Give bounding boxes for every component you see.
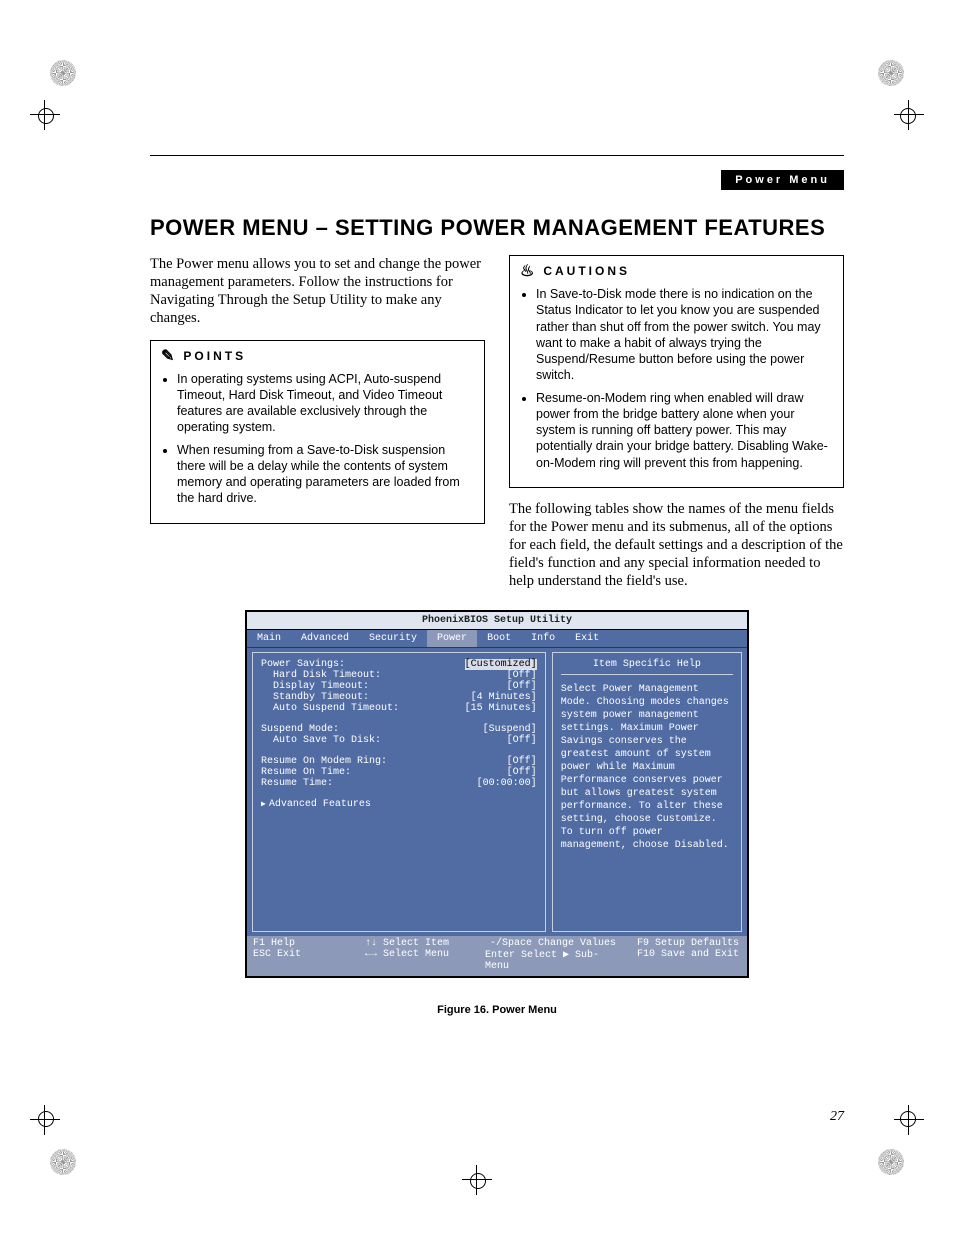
bios-field[interactable]: Auto Save To Disk:[Off] (261, 735, 537, 746)
bios-field[interactable]: Auto Suspend Timeout:[15 Minutes] (261, 703, 537, 714)
page-rule (150, 155, 844, 156)
bios-footer: F1 Help ↑↓ Select Item -/Space Change Valu… (247, 936, 747, 976)
bios-tab-main[interactable]: Main (247, 630, 291, 647)
pencil-icon: ✎ (161, 349, 177, 365)
bios-hotkey: ESC Exit (253, 949, 357, 972)
crop-mark-icon (30, 1115, 90, 1175)
bios-field-label: Standby Timeout: (261, 692, 471, 703)
bios-field-value: [4 Minutes] (471, 692, 537, 703)
bios-field-label: Suspend Mode: (261, 724, 483, 735)
intro-paragraph: The Power menu allows you to set and cha… (150, 255, 485, 328)
bios-field[interactable]: Advanced Features (261, 799, 537, 810)
crop-mark-icon (864, 60, 924, 120)
page-number: 27 (830, 1109, 844, 1125)
bios-field-value: [Off] (507, 767, 537, 778)
cautions-heading: CAUTIONS (543, 264, 630, 280)
bios-field-label: Auto Suspend Timeout: (261, 703, 465, 714)
bios-tab-advanced[interactable]: Advanced (291, 630, 359, 647)
running-head: Power Menu (721, 170, 844, 190)
bios-hotkey: ↑↓ Select Item (365, 938, 469, 949)
bios-field-value: [Off] (507, 735, 537, 746)
bios-field-label: Resume On Time: (261, 767, 507, 778)
bios-tab-power[interactable]: Power (427, 630, 477, 647)
bios-field-label: Advanced Features (261, 799, 537, 810)
bios-hotkey: Enter Select ▶ Sub-Menu (485, 949, 621, 972)
bios-field[interactable]: Display Timeout:[Off] (261, 681, 537, 692)
bios-field-label: Power Savings: (261, 659, 465, 670)
points-heading: POINTS (183, 349, 246, 365)
bios-field-value: [Off] (507, 756, 537, 767)
bios-field-value: [00:00:00] (477, 778, 537, 789)
bios-help-pane: Item Specific Help Select Power Manageme… (552, 652, 742, 932)
bios-tab-security[interactable]: Security (359, 630, 427, 647)
bios-hotkey: F10 Save and Exit (637, 949, 741, 972)
bios-field-label: Resume On Modem Ring: (261, 756, 507, 767)
bios-screenshot: PhoenixBIOS Setup Utility MainAdvancedSe… (245, 610, 749, 978)
bios-tab-bar: MainAdvancedSecurityPowerBootInfoExit (247, 630, 747, 648)
bios-field[interactable]: Resume On Time:[Off] (261, 767, 537, 778)
bios-field-value: [15 Minutes] (465, 703, 537, 714)
bios-field-label: Auto Save To Disk: (261, 735, 507, 746)
bios-hotkey: -/Space Change Values (490, 938, 616, 949)
bios-tab-boot[interactable]: Boot (477, 630, 521, 647)
bios-field-value: [Suspend] (483, 724, 537, 735)
figure-caption: Figure 16. Power Menu (150, 1004, 844, 1016)
bios-tab-info[interactable]: Info (521, 630, 565, 647)
bios-field-label: Hard Disk Timeout: (261, 670, 507, 681)
bios-field[interactable]: Standby Timeout:[4 Minutes] (261, 692, 537, 703)
bios-help-heading: Item Specific Help (561, 659, 733, 675)
bios-field-label: Resume Time: (261, 778, 477, 789)
bios-tab-exit[interactable]: Exit (565, 630, 609, 647)
bios-hotkey: F1 Help (253, 938, 357, 949)
caution-item: In Save-to-Disk mode there is no indicat… (536, 286, 833, 384)
bios-field[interactable]: Resume Time:[00:00:00] (261, 778, 537, 789)
bios-hotkey: ←→ Select Menu (365, 949, 469, 972)
page-title: POWER MENU – SETTING POWER MANAGEMENT FE… (150, 215, 844, 241)
caution-item: Resume-on-Modem ring when enabled will d… (536, 390, 833, 471)
bios-field-value: [Customized] (465, 659, 537, 670)
bios-help-text: Select Power Management Mode. Choosing m… (561, 683, 733, 852)
bios-field[interactable]: Suspend Mode:[Suspend] (261, 724, 537, 735)
bios-field[interactable]: Power Savings:[Customized] (261, 659, 537, 670)
bios-field-label: Display Timeout: (261, 681, 507, 692)
bios-field-value: [Off] (507, 670, 537, 681)
bios-title: PhoenixBIOS Setup Utility (247, 612, 747, 630)
crop-mark-icon (30, 60, 90, 120)
bios-field-value: [Off] (507, 681, 537, 692)
points-callout: ✎ POINTS In operating systems using ACPI… (150, 340, 485, 524)
bios-settings-pane: Power Savings:[Customized]Hard Disk Time… (252, 652, 546, 932)
point-item: When resuming from a Save-to-Disk suspen… (177, 442, 474, 507)
bios-field[interactable]: Hard Disk Timeout:[Off] (261, 670, 537, 681)
cautions-callout: ♨ CAUTIONS In Save-to-Disk mode there is… (509, 255, 844, 488)
following-paragraph: The following tables show the names of t… (509, 500, 844, 591)
caution-icon: ♨ (520, 264, 537, 280)
point-item: In operating systems using ACPI, Auto-su… (177, 371, 474, 436)
bios-hotkey: F9 Setup Defaults (637, 938, 741, 949)
crop-mark-icon (462, 1165, 492, 1195)
crop-mark-icon (864, 1115, 924, 1175)
bios-field[interactable]: Resume On Modem Ring:[Off] (261, 756, 537, 767)
